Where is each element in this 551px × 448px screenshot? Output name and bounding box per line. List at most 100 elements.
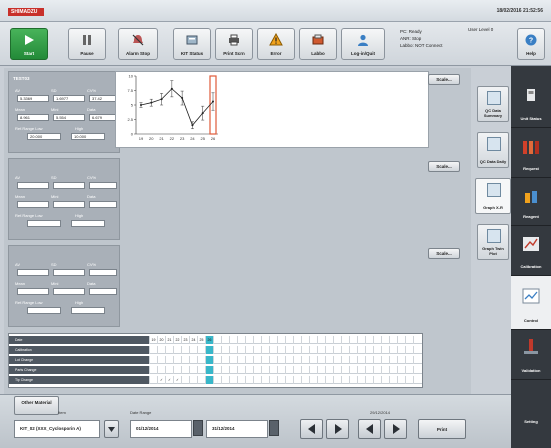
- data-point: [191, 124, 194, 127]
- sd-value: 1.6977: [53, 95, 85, 102]
- sidebar-item-reagent[interactable]: Reagent: [511, 178, 551, 226]
- sidebar-item-unit-status[interactable]: Unit Status: [511, 66, 551, 128]
- x-tick-label: 20: [149, 136, 154, 141]
- table-cell: [373, 376, 381, 384]
- table-cell: [173, 356, 181, 364]
- table-cell: [333, 346, 341, 354]
- table-cell: [413, 356, 421, 364]
- date-from-field[interactable]: 01/12/2014: [130, 420, 192, 438]
- scale-button-3[interactable]: Scale...: [428, 248, 460, 259]
- tab-label: Graph X-R: [483, 205, 503, 210]
- sd-label: SD: [51, 88, 57, 93]
- calibration-icon: [523, 237, 539, 251]
- ref-low-label: Ref.Range Low: [15, 126, 43, 131]
- table-cell: 23: [181, 336, 189, 344]
- error-button[interactable]: Error: [257, 28, 295, 60]
- data-point: [201, 112, 204, 115]
- prev-page-button[interactable]: [300, 419, 323, 439]
- unit-status-icon: [527, 89, 535, 101]
- calendar-from-button[interactable]: [193, 420, 203, 436]
- pause-label: Pause: [80, 51, 94, 56]
- scale-button-2[interactable]: Scale...: [428, 161, 460, 172]
- table-cell: [221, 336, 229, 344]
- help-button[interactable]: ? Help: [517, 28, 545, 60]
- main-sidebar: Unit Status Request Reagent Calibration …: [511, 66, 551, 448]
- warning-icon: [269, 33, 283, 46]
- kit-status-button[interactable]: KIT Status: [173, 28, 211, 60]
- svg-text:?: ?: [529, 38, 533, 45]
- table-cell: [253, 336, 261, 344]
- help-icon: ?: [525, 34, 537, 46]
- table-cell: [397, 336, 405, 344]
- login-quit-button[interactable]: Log-in/Quit: [341, 28, 385, 60]
- alarm-stop-button[interactable]: Alarm Stop: [118, 28, 158, 60]
- y-tick-label: 10: [129, 74, 134, 79]
- table-cell: [237, 376, 245, 384]
- sidebar-label: Calibration: [520, 264, 542, 269]
- print-button[interactable]: Print: [418, 419, 466, 439]
- chevron-down-icon: [108, 427, 115, 432]
- sidebar-item-validation[interactable]: Validation: [511, 330, 551, 380]
- table-cell: [397, 346, 405, 354]
- table-cell: [309, 346, 317, 354]
- table-cell: [357, 356, 365, 364]
- table-row: Tip Change ✓ ✓ ✓: [9, 376, 422, 384]
- table-cell: [301, 336, 309, 344]
- table-cell: [277, 346, 285, 354]
- table-cell: [285, 376, 293, 384]
- sidebar-item-calibration[interactable]: Calibration: [511, 226, 551, 276]
- table-cell: [405, 346, 413, 354]
- mini-value: 5.554: [53, 114, 85, 121]
- table-cell: [293, 376, 301, 384]
- table-cell: [365, 366, 373, 374]
- calendar-to-button[interactable]: [269, 420, 279, 436]
- table-cell: [301, 366, 309, 374]
- sidebar-item-setting[interactable]: Setting: [511, 380, 551, 448]
- table-cell: [301, 346, 309, 354]
- table-cell: [309, 356, 317, 364]
- tab-qc-data-summary[interactable]: QC Data Summary: [477, 86, 509, 122]
- table-cell: [237, 356, 245, 364]
- nav-date-label: 29/12/2014: [370, 410, 391, 415]
- table-row: Parts Change: [9, 366, 422, 374]
- table-cell: [205, 366, 213, 374]
- cv-label: CV%: [87, 262, 97, 267]
- table-cell: [181, 376, 189, 384]
- y-tick-label: 7.5: [127, 88, 133, 93]
- arrow-right-icon: [334, 424, 342, 434]
- sidebar-label: Request: [523, 166, 539, 171]
- table-cell: [349, 346, 357, 354]
- summary-icon: [487, 91, 501, 105]
- next-day-button[interactable]: [384, 419, 407, 439]
- sidebar-item-control[interactable]: Control: [511, 276, 551, 330]
- print-screen-button[interactable]: Print Scrn: [215, 28, 253, 60]
- table-row: Date 19 20 21 22 23 24 25 26: [9, 336, 422, 344]
- other-material-button[interactable]: Other Material: [14, 396, 59, 415]
- labbo-button[interactable]: Labbo: [299, 28, 337, 60]
- item-select[interactable]: KIT_02 (XXX_Cyclosporin A): [14, 420, 100, 438]
- table-cell: 26: [205, 336, 213, 344]
- labbo-icon: [312, 34, 324, 45]
- scale-button-1[interactable]: Scale...: [428, 74, 460, 85]
- table-cell: [229, 356, 237, 364]
- pause-button[interactable]: Pause: [68, 28, 106, 60]
- mean-value: [17, 201, 49, 208]
- tab-graph-twin-plot[interactable]: Graph Twin Plot: [477, 224, 509, 260]
- next-page-button[interactable]: [326, 419, 349, 439]
- table-cell: [317, 376, 325, 384]
- mean-value: [17, 288, 49, 295]
- date-to-field[interactable]: 31/12/2014: [206, 420, 268, 438]
- system-status: PC: Ready ANR: Stop Labbo: NOT Connect: [400, 28, 442, 49]
- table-cell: [261, 346, 269, 354]
- tab-qc-data-daily[interactable]: QC Data Daily: [477, 132, 509, 168]
- sidebar-item-request[interactable]: Request: [511, 128, 551, 178]
- ref-low-label: Ref.Range Low: [15, 300, 43, 305]
- prev-day-button[interactable]: [358, 419, 381, 439]
- table-cell: [277, 376, 285, 384]
- table-cell: [149, 366, 157, 374]
- start-button[interactable]: Start: [10, 28, 48, 60]
- tab-graph-x-r[interactable]: Graph X-R: [475, 178, 511, 214]
- item-dropdown-button[interactable]: [104, 420, 119, 438]
- sd-label: SD: [51, 175, 57, 180]
- table-cell: [261, 366, 269, 374]
